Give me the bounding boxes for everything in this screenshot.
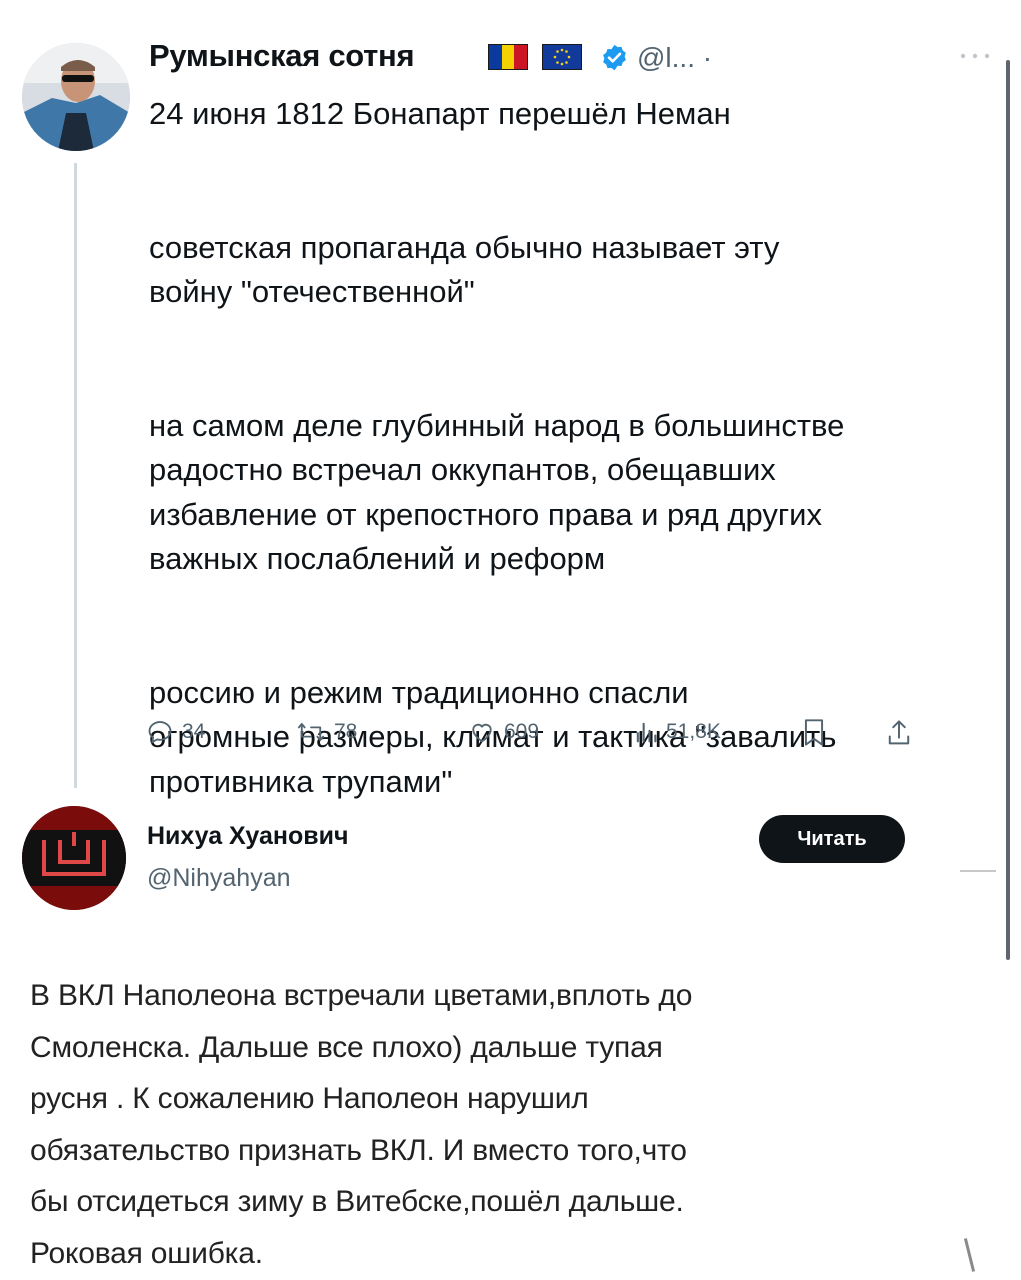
repost-icon <box>297 723 325 741</box>
author-avatar[interactable] <box>22 806 126 910</box>
author-name[interactable]: Нихуа Хуанович <box>147 822 349 851</box>
author-avatar[interactable] <box>22 43 130 151</box>
views-count: 51,8K <box>666 720 721 743</box>
screen-edge-scrollbar <box>1006 60 1010 960</box>
verified-badge-icon <box>603 44 626 71</box>
share-icon <box>888 720 910 745</box>
bookmark-icon <box>804 719 824 746</box>
thread-connector-line <box>74 163 77 788</box>
tweet-text: 24 июня 1812 Бонапарт перешёл Неман сове… <box>149 96 845 799</box>
author-flags <box>488 44 582 70</box>
follow-button[interactable]: Читать <box>759 815 905 863</box>
bookmark-button[interactable] <box>802 718 826 748</box>
tweet-text: В ВКЛ Наполеона встречали цветами,вплоть… <box>30 979 693 1270</box>
author-handle[interactable]: @l... · <box>637 42 712 74</box>
handle-separator: · <box>702 42 713 73</box>
avatar-photo <box>22 43 130 151</box>
tweet-actions-bar: 34 78 609 51,8K <box>146 718 936 758</box>
views-button[interactable]: 51,8K <box>634 718 721 746</box>
reply-icon <box>148 721 172 744</box>
repost-button[interactable]: 78 <box>296 718 357 746</box>
avatar-logo <box>22 806 126 910</box>
views-bar-chart-icon <box>636 722 657 743</box>
repost-count: 78 <box>334 720 358 743</box>
handle-text[interactable]: @l... <box>637 42 695 73</box>
divider-mark <box>960 870 996 872</box>
reply-count: 34 <box>182 720 206 743</box>
romania-flag-icon <box>488 44 528 70</box>
reply-button[interactable]: 34 <box>146 718 205 746</box>
author-handle[interactable]: @Nihyahyan <box>147 864 291 893</box>
heart-icon <box>472 723 492 743</box>
author-name[interactable]: Румынская сотня <box>149 38 415 74</box>
like-count: 609 <box>504 720 540 743</box>
share-button[interactable] <box>886 718 912 748</box>
eu-flag-icon <box>542 44 582 70</box>
more-options-icon[interactable] <box>958 44 992 67</box>
like-button[interactable]: 609 <box>468 718 539 746</box>
